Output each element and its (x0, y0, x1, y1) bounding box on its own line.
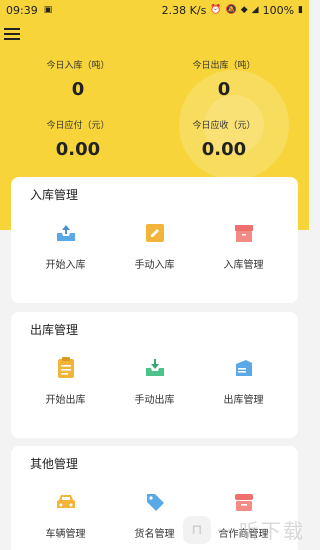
watermark-logo-icon: ⊓ (183, 515, 211, 544)
item-label: 开始入库 (45, 260, 86, 271)
stat-value: 0.00 (55, 139, 101, 160)
inbox-upload-icon (55, 222, 77, 244)
manual-outbound-button[interactable]: 手动出库 (115, 357, 195, 406)
stat-label: 今日应付（元） (46, 121, 110, 131)
section-title: 出库管理 (30, 323, 79, 337)
item-label: 货名管理 (134, 529, 175, 540)
status-bar: 09:39 ▣ 2.38 K/s ⏰ 🔕 ◆ ◢ 100% ▮ (0, 0, 309, 20)
mute-icon: 🔕 (225, 4, 237, 15)
stat-value: 0 (71, 79, 85, 100)
clipboard-icon (55, 357, 77, 379)
vehicle-management-button[interactable]: 车辆管理 (26, 491, 106, 540)
item-label: 手动出库 (134, 395, 175, 406)
start-inbound-button[interactable]: 开始入库 (26, 222, 106, 271)
menu-button[interactable] (4, 24, 24, 44)
stat-value: 0 (217, 79, 231, 100)
stat-today-in: 今日入库（吨） 0 (18, 58, 138, 100)
outbound-management-card: 出库管理 开始出库 手动出库 出库管理 (11, 312, 298, 438)
stat-today-payable: 今日应付（元） 0.00 (18, 118, 138, 160)
stat-today-receivable: 今日应收（元） 0.00 (164, 118, 284, 160)
item-label: 车辆管理 (45, 529, 86, 540)
inbound-management-card: 入库管理 开始入库 手动入库 入库管理 (11, 177, 298, 303)
edit-icon (144, 222, 166, 244)
battery-icon: ▮ (298, 4, 303, 15)
hamburger-icon (4, 28, 20, 30)
signal-icon: ◢ (251, 4, 259, 15)
wifi-icon: ◆ (240, 4, 248, 15)
hamburger-line (4, 38, 20, 40)
item-label: 手动入库 (134, 260, 175, 271)
watermark-text: 一听下载 (217, 519, 305, 543)
stat-label: 今日应收（元） (192, 121, 256, 131)
section-title: 其他管理 (30, 457, 79, 471)
stat-value: 0.00 (201, 139, 247, 160)
item-label: 开始出库 (45, 395, 86, 406)
shipping-box-icon (233, 357, 255, 379)
tag-icon (144, 491, 166, 513)
download-tray-icon (144, 357, 166, 379)
stat-label: 今日出库（吨） (192, 61, 256, 71)
section-title: 入库管理 (30, 188, 79, 202)
partner-box-icon (233, 491, 255, 513)
status-time: 09:39 (6, 3, 38, 17)
watermark: ⊓ 一听下载 (183, 515, 305, 544)
stat-today-out: 今日出库（吨） 0 (164, 58, 284, 100)
network-speed: 2.38 K/s (161, 3, 207, 17)
battery-level: 100% (262, 3, 295, 17)
manual-inbound-button[interactable]: 手动入库 (115, 222, 195, 271)
item-label: 入库管理 (223, 260, 264, 271)
hamburger-line (4, 33, 20, 35)
car-icon (55, 491, 77, 513)
start-outbound-button[interactable]: 开始出库 (26, 357, 106, 406)
alarm-icon: ⏰ (210, 4, 222, 15)
inbound-management-button[interactable]: 入库管理 (204, 222, 284, 271)
outbound-management-button[interactable]: 出库管理 (204, 357, 284, 406)
item-label: 出库管理 (223, 395, 264, 406)
image-notification-icon: ▣ (43, 4, 53, 15)
stat-label: 今日入库（吨） (46, 61, 110, 71)
box-manage-icon (233, 222, 255, 244)
